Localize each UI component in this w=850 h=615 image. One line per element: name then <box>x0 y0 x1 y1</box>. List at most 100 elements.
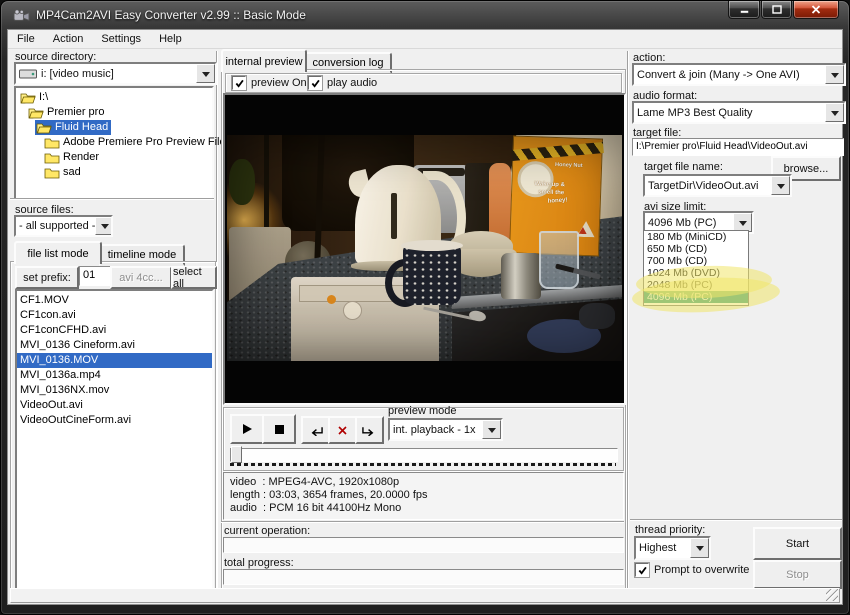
divider-left-center <box>216 51 217 588</box>
divider <box>10 198 214 199</box>
file-row[interactable]: MVI_0136NX.mov <box>17 383 212 398</box>
play-audio-checkbox[interactable]: play audio <box>307 75 377 91</box>
stop-playback-button[interactable] <box>262 414 296 444</box>
tab-file-list-mode[interactable]: file list mode <box>14 241 102 264</box>
info-video: video : MPEG4-AVC, 1920x1080p <box>230 476 400 488</box>
action-combo[interactable]: Convert & join (Many -> One AVI) <box>632 63 846 86</box>
divider-center-right <box>627 51 628 588</box>
menu-bar: File Action Settings Help <box>8 30 842 49</box>
play-icon <box>243 424 252 434</box>
chevron-down-icon[interactable] <box>196 64 215 83</box>
dropdown-option[interactable]: 700 Mb (CD) <box>644 255 748 267</box>
open-folder-icon <box>28 108 44 118</box>
chevron-down-icon[interactable] <box>482 420 501 439</box>
select-all-button[interactable]: select all <box>171 266 217 290</box>
filter-value: - all supported - <box>19 220 96 232</box>
minimize-button[interactable] <box>728 1 760 19</box>
tree-item-selected[interactable]: Fluid Head <box>16 120 212 135</box>
dropdown-option[interactable]: 180 Mb (MiniCD) <box>644 231 748 243</box>
maximize-button[interactable] <box>761 1 792 19</box>
source-directory-value: i: [video music] <box>41 67 114 80</box>
preview-photo: Honey Nut Wake up & smell the honey! <box>227 135 622 361</box>
tab-internal-preview[interactable]: internal preview <box>221 49 307 72</box>
tree-item[interactable]: sad <box>16 165 212 180</box>
resize-grip[interactable] <box>826 589 838 601</box>
preview-on-checkbox[interactable]: preview On <box>231 75 307 91</box>
chevron-down-icon[interactable] <box>825 103 844 122</box>
status-bar <box>10 588 840 603</box>
open-folder-icon <box>36 123 52 133</box>
prompt-overwrite-checkbox[interactable]: Prompt to overwrite <box>634 562 749 578</box>
total-progress-label: total progress: <box>224 557 294 569</box>
total-progress-progressbar <box>223 569 624 585</box>
x-icon <box>338 425 347 435</box>
clear-mark-button[interactable] <box>328 416 357 444</box>
file-row[interactable]: CF1conCFHD.avi <box>17 323 212 338</box>
chevron-down-icon[interactable] <box>771 176 790 195</box>
video-preview: Honey Nut Wake up & smell the honey! <box>223 93 626 405</box>
start-button[interactable]: Start <box>753 527 842 560</box>
info-length: length : 03:03, 3654 frames, 20.0000 fps <box>230 489 428 501</box>
window-controls <box>728 1 839 19</box>
target-file-name-combo[interactable]: TargetDir\VideoOut.avi <box>643 174 792 197</box>
thread-priority-label: thread priority: <box>635 524 706 536</box>
menu-settings[interactable]: Settings <box>92 30 150 48</box>
divider <box>630 519 842 520</box>
folder-icon <box>44 153 60 163</box>
divider <box>221 521 624 522</box>
prefix-input[interactable]: 01 <box>79 266 111 286</box>
chevron-down-icon[interactable] <box>690 538 709 558</box>
set-prefix-button[interactable]: set prefix: <box>15 266 79 289</box>
mark-end-button[interactable] <box>355 416 384 444</box>
preview-mode-label: preview mode <box>388 405 457 417</box>
avi-4cc-button[interactable]: avi 4cc... <box>110 266 172 289</box>
source-directory-combo[interactable]: i: [video music] <box>14 62 217 85</box>
open-folder-icon <box>20 93 36 103</box>
file-row[interactable]: MVI_0136a.mp4 <box>17 368 212 383</box>
file-row[interactable]: VideoOut.avi <box>17 398 212 413</box>
folder-icon <box>44 138 60 148</box>
chevron-down-icon[interactable] <box>95 217 111 235</box>
arrow-right-mark-icon <box>362 426 374 436</box>
checkbox-checked-icon <box>634 562 650 578</box>
source-files-filter-combo[interactable]: - all supported - <box>14 215 113 237</box>
play-button[interactable] <box>230 414 264 444</box>
thread-priority-combo[interactable]: Highest <box>634 536 711 560</box>
file-row[interactable]: VideoOutCineForm.avi <box>17 413 212 428</box>
stop-icon <box>274 424 284 434</box>
tree-item[interactable]: I:\ <box>16 90 212 105</box>
target-file-input[interactable]: I:\Premier pro\Fluid Head\VideoOut.avi <box>632 138 844 156</box>
mark-start-button[interactable] <box>301 416 330 444</box>
preview-mode-combo[interactable]: int. playback - 1x <box>388 418 503 441</box>
target-file-name-label: target file name: <box>644 161 723 173</box>
current-operation-progressbar <box>223 537 624 553</box>
minimize-icon <box>739 10 749 14</box>
camcorder-app-icon <box>13 8 30 21</box>
info-audio: audio : PCM 16 bit 44100Hz Mono <box>230 502 402 514</box>
window-title: MP4Cam2AVI Easy Converter v2.99 :: Basic… <box>36 8 306 22</box>
checkbox-checked-icon <box>307 75 323 91</box>
tree-item[interactable]: Render <box>16 150 212 165</box>
close-icon <box>811 5 821 14</box>
seek-slider-track[interactable] <box>230 448 618 462</box>
tree-item[interactable]: Adobe Premiere Pro Preview Files <box>16 135 231 150</box>
menu-file[interactable]: File <box>8 30 44 48</box>
menu-action[interactable]: Action <box>44 30 93 48</box>
stop-button[interactable]: Stop <box>753 560 842 589</box>
file-row-selected[interactable]: MVI_0136.MOV <box>17 353 212 368</box>
drive-icon <box>19 69 37 78</box>
folder-icon <box>44 168 60 178</box>
dropdown-option[interactable]: 650 Mb (CD) <box>644 243 748 255</box>
tree-item[interactable]: Premier pro <box>16 105 212 120</box>
chevron-down-icon[interactable] <box>825 65 844 84</box>
seek-slider-thumb[interactable] <box>231 446 242 463</box>
folder-tree: I:\ Premier pro Fluid Head Adobe Premier… <box>14 86 231 200</box>
file-row[interactable]: MVI_0136 Cineform.avi <box>17 338 212 353</box>
titlebar[interactable]: MP4Cam2AVI Easy Converter v2.99 :: Basic… <box>1 1 849 29</box>
file-row[interactable]: CF1con.avi <box>17 308 212 323</box>
audio-format-combo[interactable]: Lame MP3 Best Quality <box>632 101 846 124</box>
file-row[interactable]: CF1.MOV <box>17 293 212 308</box>
menu-help[interactable]: Help <box>150 30 191 48</box>
app-window: MP4Cam2AVI Easy Converter v2.99 :: Basic… <box>0 0 850 615</box>
close-button[interactable] <box>793 1 839 19</box>
